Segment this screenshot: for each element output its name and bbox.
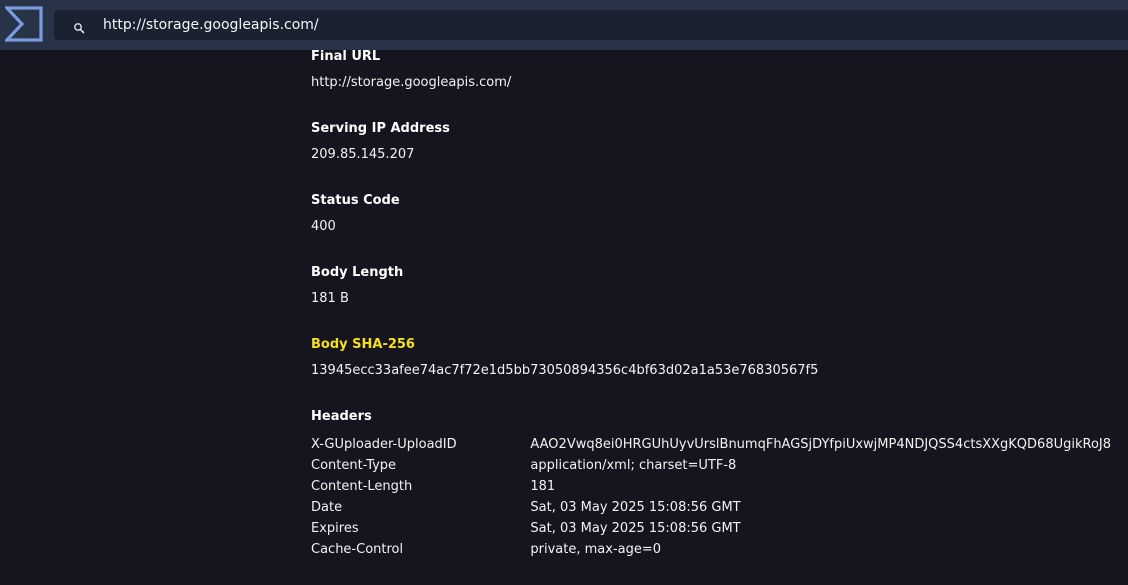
header-row: X-GUploader-UploadID AAO2Vwq8ei0HRGUhUyv…	[311, 434, 1111, 455]
header-row: Content-Length 181	[311, 476, 1111, 497]
serving-ip-value: 209.85.145.207	[311, 147, 415, 162]
header-value: Sat, 03 May 2025 15:08:56 GMT	[530, 500, 741, 515]
header-name: Date	[311, 500, 343, 515]
headers-section: Headers X-GUploader-UploadID AAO2Vwq8ei0…	[311, 408, 1111, 560]
body-length-value: 181 B	[311, 291, 349, 306]
body-sha256-section: Body SHA-256 13945ecc33afee74ac7f72e1d5b…	[311, 336, 818, 380]
header-value: Sat, 03 May 2025 15:08:56 GMT	[530, 521, 741, 536]
header-row: Date Sat, 03 May 2025 15:08:56 GMT	[311, 497, 1111, 518]
status-code-section: Status Code 400	[311, 192, 400, 236]
header-name: Expires	[311, 521, 359, 536]
header-name: Content-Length	[311, 479, 413, 494]
body-sha256-value: 13945ecc33afee74ac7f72e1d5bb73050894356c…	[311, 363, 819, 378]
serving-ip-label: Serving IP Address	[311, 121, 450, 136]
final-url-label: Final URL	[311, 49, 381, 64]
header-value: 181	[530, 479, 556, 494]
status-code-value: 400	[311, 219, 336, 234]
search-icon[interactable]	[73, 19, 85, 34]
header-name: Content-Type	[311, 458, 397, 473]
final-url-section: Final URL http://storage.googleapis.com/	[311, 48, 511, 92]
serving-ip-section: Serving IP Address 209.85.145.207	[311, 120, 450, 164]
search-input[interactable]: http://storage.googleapis.com/	[103, 16, 319, 34]
header-value: AAO2Vwq8ei0HRGUhUyvUrslBnumqFhAGSjDYfpiU…	[530, 437, 1111, 452]
url-search-bar[interactable]: http://storage.googleapis.com/	[54, 10, 1128, 40]
header-value: application/xml; charset=UTF-8	[530, 458, 737, 473]
header-row: Content-Type application/xml; charset=UT…	[311, 455, 1111, 476]
header-row: Cache-Control private, max-age=0	[311, 539, 1111, 560]
header-name: X-GUploader-UploadID	[311, 437, 457, 452]
headers-label: Headers	[311, 409, 372, 424]
header-name: Cache-Control	[311, 542, 404, 557]
status-code-label: Status Code	[311, 193, 400, 208]
header-row: Expires Sat, 03 May 2025 15:08:56 GMT	[311, 518, 1111, 539]
body-length-label: Body Length	[311, 265, 404, 280]
header-value: private, max-age=0	[530, 542, 662, 557]
top-bar: http://storage.googleapis.com/	[0, 0, 1128, 50]
body-length-section: Body Length 181 B	[311, 264, 403, 308]
headers-table: X-GUploader-UploadID AAO2Vwq8ei0HRGUhUyv…	[311, 434, 1111, 560]
body-sha256-label: Body SHA-256	[311, 337, 415, 352]
final-url-value: http://storage.googleapis.com/	[311, 75, 512, 90]
sigma-logo-icon[interactable]	[3, 6, 43, 42]
